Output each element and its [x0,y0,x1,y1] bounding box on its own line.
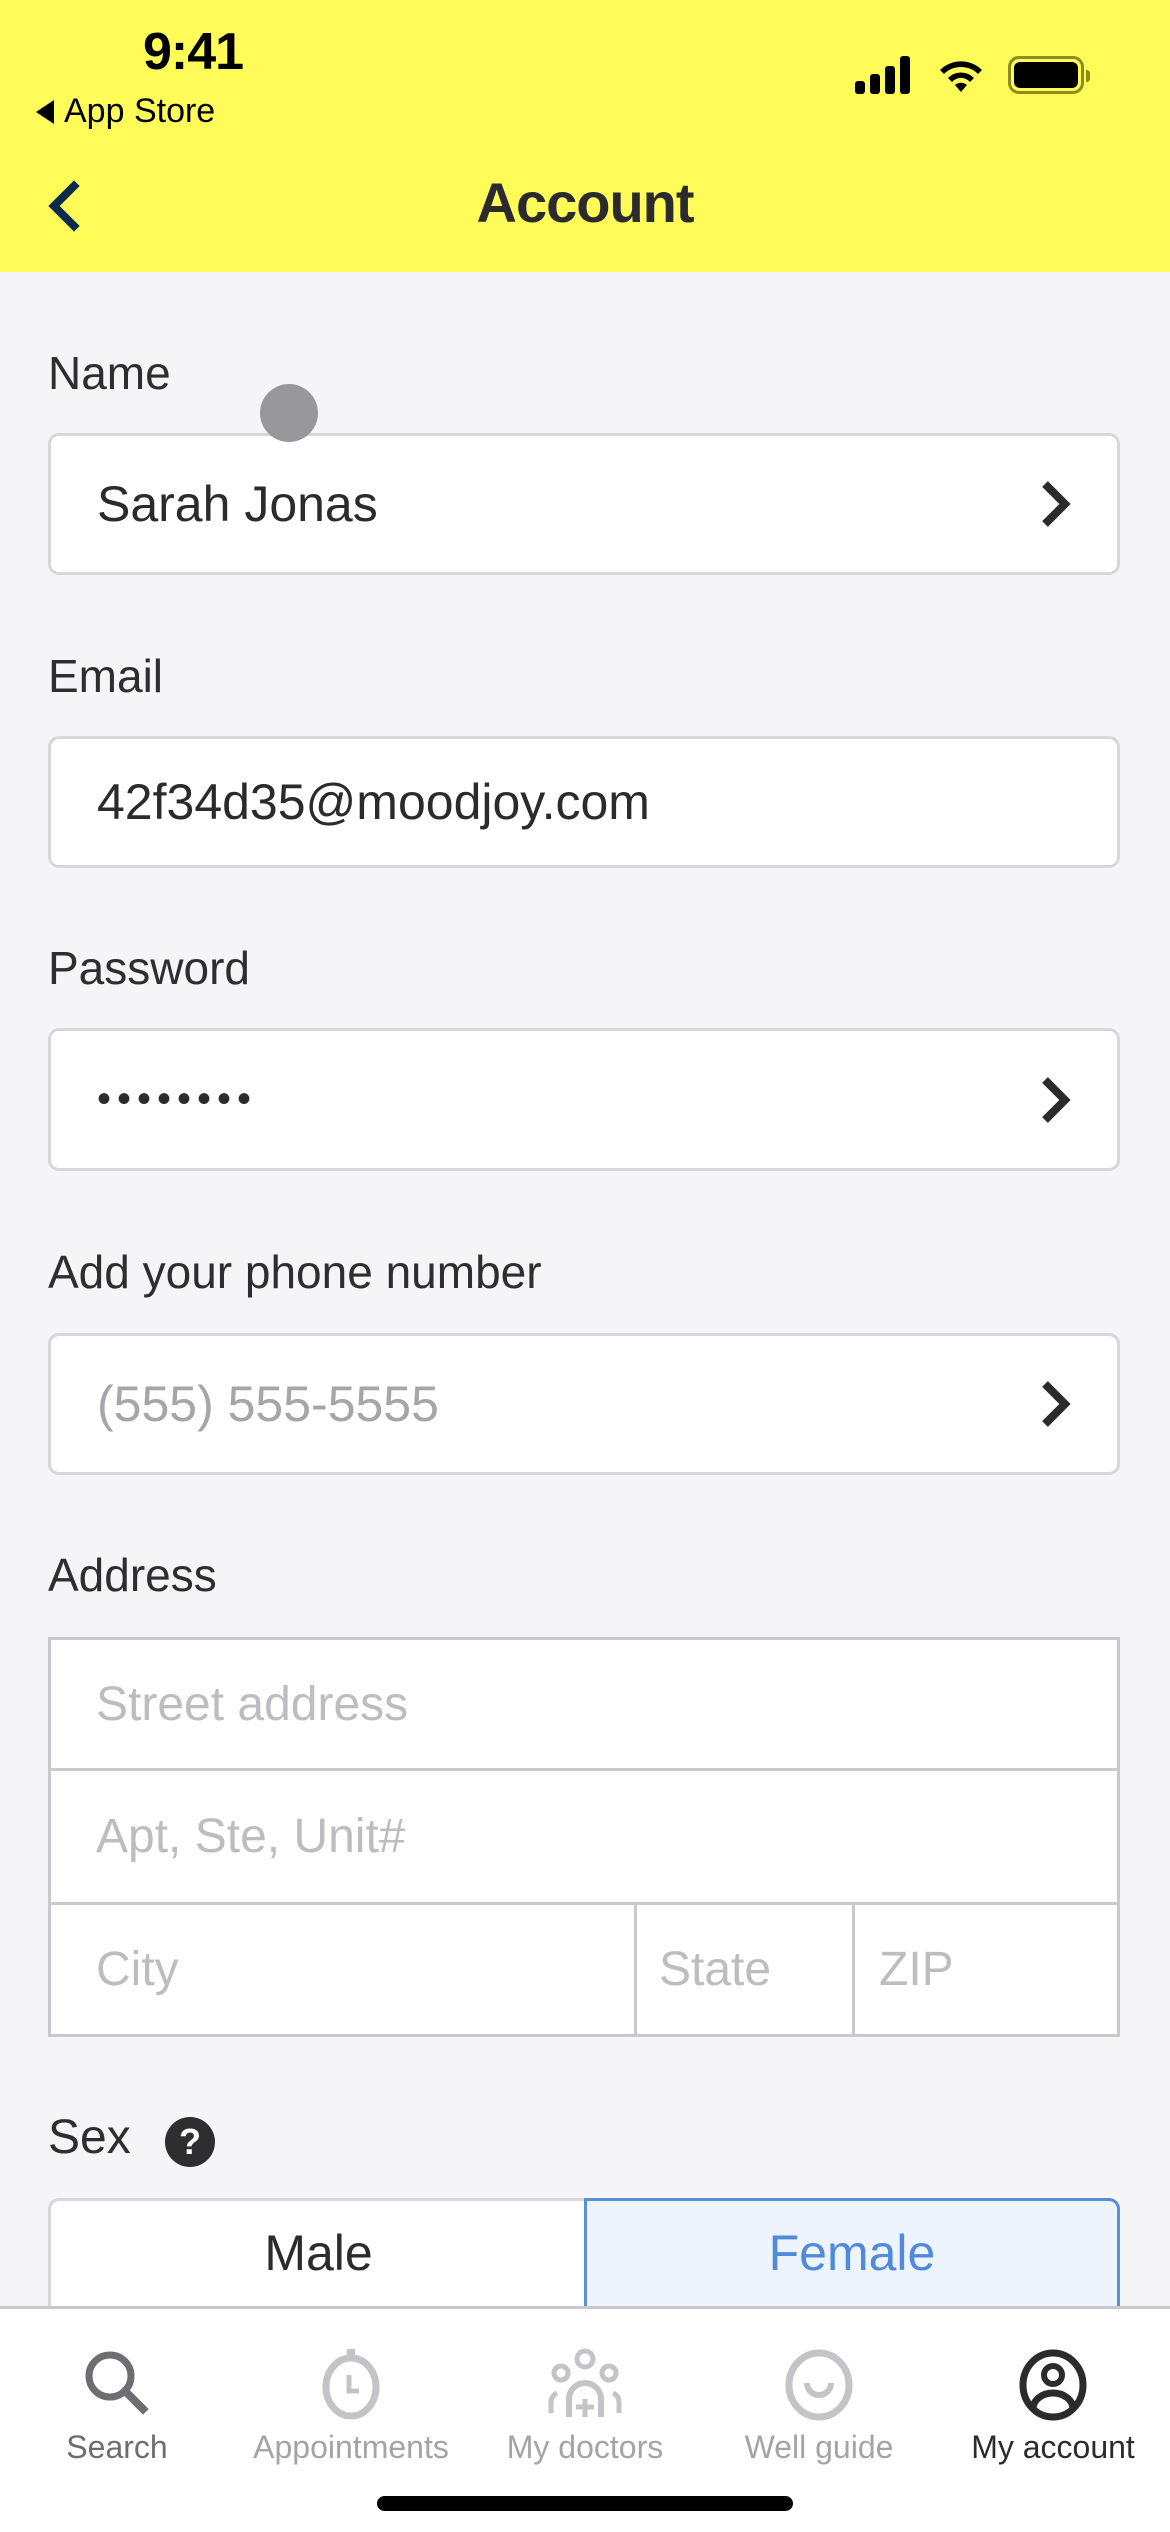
name-value: Sarah Jonas [97,476,378,532]
address-label: Address [48,1549,217,1601]
tab-label: My doctors [506,2429,664,2465]
tab-my-account[interactable]: My account [936,2309,1170,2469]
tab-well-guide[interactable]: Well guide [702,2309,936,2469]
back-triangle-icon [36,99,54,124]
phone-placeholder: (555) 555-5555 [97,1376,439,1432]
tab-label: Well guide [744,2429,894,2465]
email-label: Email [48,650,164,702]
tab-bar: Search Appointments My doctors Well guid… [0,2306,1170,2532]
password-value: •••••••• [97,1077,258,1121]
email-value: 42f34d35@moodjoy.com [97,774,650,830]
status-icons [855,56,1090,94]
signal-icon [855,56,910,94]
address-block: Street address Apt, Ste, Unit# City Stat… [48,1637,1120,2037]
chevron-right-icon [1042,1076,1071,1123]
search-icon [85,2351,149,2415]
doctors-group-icon [548,2348,622,2417]
tab-my-doctors[interactable]: My doctors [468,2309,702,2469]
phone-field[interactable]: (555) 555-5555 [48,1333,1120,1475]
battery-icon [1008,56,1090,94]
chevron-right-icon [1042,1381,1071,1427]
unit-input[interactable]: Apt, Ste, Unit# [51,1771,1117,1902]
tab-label: Appointments [253,2429,449,2465]
city-input[interactable]: City [51,1905,637,2034]
page-title: Account [476,171,695,234]
chevron-right-icon [1042,481,1071,527]
wifi-icon [940,61,982,92]
tab-label: Search [66,2429,168,2465]
back-app-label: App Store [64,92,216,130]
stopwatch-icon [322,2349,380,2420]
phone-label: Add your phone number [48,1246,542,1298]
password-field[interactable]: •••••••• [48,1028,1120,1171]
tab-label: My account [971,2429,1135,2465]
header-bar: 9:41 App Store Account [0,0,1170,272]
zip-input[interactable]: ZIP [855,1905,1117,2034]
email-field[interactable]: 42f34d35@moodjoy.com [48,736,1120,868]
question-circle-icon[interactable]: ? [165,2117,215,2167]
street-address-input[interactable]: Street address [51,1640,1117,1768]
name-label: Name [48,347,171,399]
tab-appointments[interactable]: Appointments [234,2309,468,2469]
status-time: 9:41 [142,23,244,81]
home-indicator [377,2496,793,2511]
account-circle-icon [1019,2349,1087,2421]
password-label: Password [48,942,250,994]
smile-circle-icon [785,2349,853,2421]
name-field[interactable]: Sarah Jonas [48,433,1120,575]
sex-label: Sex [48,2111,131,2164]
state-input[interactable]: State [637,1905,855,2034]
back-to-app-store-link[interactable]: App Store [36,92,215,131]
tab-search[interactable]: Search [0,2309,234,2469]
touch-indicator [260,384,318,442]
